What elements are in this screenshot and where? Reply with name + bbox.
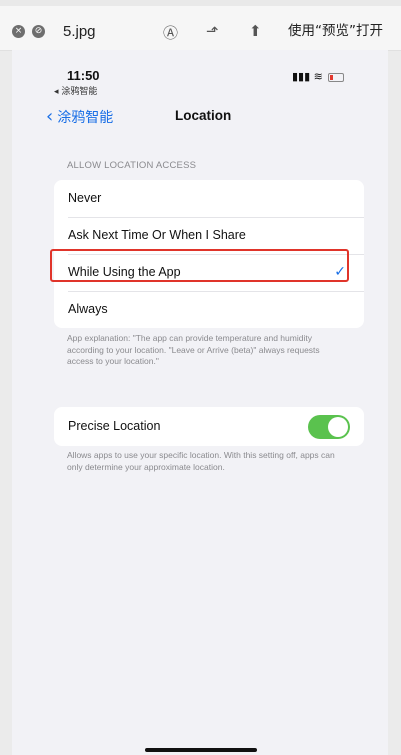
selection-highlight-box: [50, 249, 349, 282]
file-name: 5.jpg: [63, 23, 96, 40]
signal-icon: ▮▮▮: [292, 70, 311, 83]
option-label: Always: [68, 302, 108, 316]
app-explanation: App explanation: "The app can provide te…: [67, 333, 320, 366]
status-icons: ▮▮▮ ≋: [292, 70, 345, 83]
status-time: 11:50: [67, 68, 100, 83]
markup-icon[interactable]: Ⓐ: [163, 22, 178, 43]
precise-location-label: Precise Location: [68, 419, 161, 433]
precise-location-group: Precise Location: [54, 407, 364, 446]
home-indicator: [145, 748, 257, 752]
fullscreen-icon[interactable]: ⊘: [32, 25, 45, 38]
quicklook-toolbar: × ⊘ 5.jpg Ⓐ ⬏ ⬆ 使用“预览”打开: [0, 0, 401, 51]
precise-location-toggle[interactable]: [308, 415, 350, 439]
option-never[interactable]: Never: [54, 180, 364, 217]
open-with-preview-button[interactable]: 使用“预览”打开: [284, 20, 387, 42]
section-header-access: ALLOW LOCATION ACCESS: [67, 160, 197, 171]
share-icon[interactable]: ⬆: [249, 22, 262, 40]
nav-back-button[interactable]: ‹ 涂鸦智能: [46, 107, 113, 127]
toolbar-top-strip: [0, 0, 401, 6]
precise-location-footnote: Allows apps to use your specific locatio…: [67, 450, 335, 472]
wifi-icon: ≋: [313, 70, 323, 83]
status-back-to-app[interactable]: ◂ 涂鸦智能: [54, 84, 97, 97]
option-label: Never: [68, 191, 102, 205]
precise-location-row: Precise Location: [54, 407, 364, 446]
nav-back-label: 涂鸦智能: [57, 110, 114, 126]
chevron-left-icon: ‹: [46, 106, 54, 127]
rotate-icon[interactable]: ⬏: [206, 22, 219, 40]
battery-icon: [328, 72, 345, 82]
page-title: Location: [175, 108, 232, 123]
phone-screenshot: 11:50 ◂ 涂鸦智能 ▮▮▮ ≋ ‹ 涂鸦智能 Location ALLOW…: [12, 50, 388, 755]
option-label: Ask Next Time Or When I Share: [68, 228, 246, 242]
close-icon[interactable]: ×: [12, 25, 25, 38]
option-always[interactable]: Always: [54, 291, 364, 328]
